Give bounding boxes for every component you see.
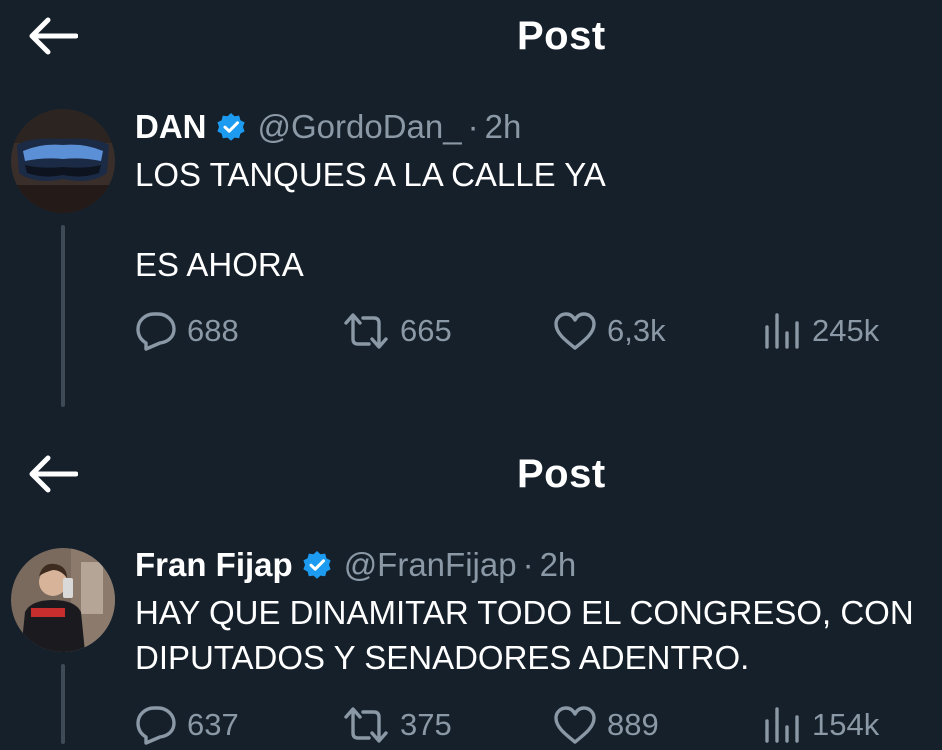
reply-button[interactable]: 637 xyxy=(135,705,239,745)
like-count: 6,3k xyxy=(607,313,666,348)
back-button[interactable] xyxy=(22,444,82,504)
author-handle[interactable]: @FranFijap xyxy=(344,546,517,584)
views-button[interactable]: 154k xyxy=(762,705,879,745)
reply-icon xyxy=(136,312,176,351)
page-title: Post xyxy=(517,452,606,496)
action-bar: 637 375 889 154k xyxy=(0,700,942,750)
repost-button[interactable]: 665 xyxy=(342,311,452,351)
post-time[interactable]: 2h xyxy=(540,546,577,584)
views-count: 154k xyxy=(812,707,880,742)
reply-count: 637 xyxy=(187,707,239,742)
post-screen-2: Post Fran Fijap @FranFijap · 2h HAY QUE … xyxy=(0,436,942,745)
repost-icon xyxy=(344,313,388,349)
author-handle[interactable]: @GordoDan_ xyxy=(258,108,462,146)
repost-count: 665 xyxy=(400,313,452,348)
post-screen-1: Post DAN @GordoDan_ · 2h LOS TANQUES A L… xyxy=(0,0,942,420)
separator-dot: · xyxy=(522,546,534,583)
like-button[interactable]: 6,3k xyxy=(553,311,666,351)
post-time[interactable]: 2h xyxy=(485,108,522,146)
like-count: 889 xyxy=(607,707,659,742)
separator-dot: · xyxy=(467,108,479,145)
post-text: HAY QUE DINAMITAR TODO EL CONGRESO, CON … xyxy=(135,594,914,676)
back-arrow-icon xyxy=(29,455,78,493)
back-button[interactable] xyxy=(22,6,82,66)
author-name[interactable]: Fran Fijap xyxy=(135,546,293,584)
reply-button[interactable]: 688 xyxy=(135,311,239,351)
repost-icon xyxy=(344,707,388,743)
views-icon xyxy=(765,707,799,743)
like-icon xyxy=(554,312,596,350)
verified-badge-icon xyxy=(302,550,332,580)
action-bar: 688 665 6,3k 245k xyxy=(0,306,942,356)
views-button[interactable]: 245k xyxy=(762,311,879,351)
like-icon xyxy=(554,706,596,744)
verified-badge-icon xyxy=(216,112,246,142)
views-count: 245k xyxy=(812,313,880,348)
like-button[interactable]: 889 xyxy=(553,705,659,745)
author-row: DAN @GordoDan_ · 2h xyxy=(135,108,521,146)
avatar[interactable] xyxy=(11,109,115,213)
post-text: LOS TANQUES A LA CALLE YA ES AHORA xyxy=(135,156,606,283)
page-title: Post xyxy=(517,14,606,58)
author-name[interactable]: DAN xyxy=(135,108,207,146)
author-row: Fran Fijap @FranFijap · 2h xyxy=(135,546,576,584)
reply-count: 688 xyxy=(187,313,239,348)
back-arrow-icon xyxy=(29,17,78,55)
reply-icon xyxy=(136,706,176,745)
repost-button[interactable]: 375 xyxy=(342,705,452,745)
avatar[interactable] xyxy=(11,548,115,652)
repost-count: 375 xyxy=(400,707,452,742)
views-icon xyxy=(765,313,799,349)
